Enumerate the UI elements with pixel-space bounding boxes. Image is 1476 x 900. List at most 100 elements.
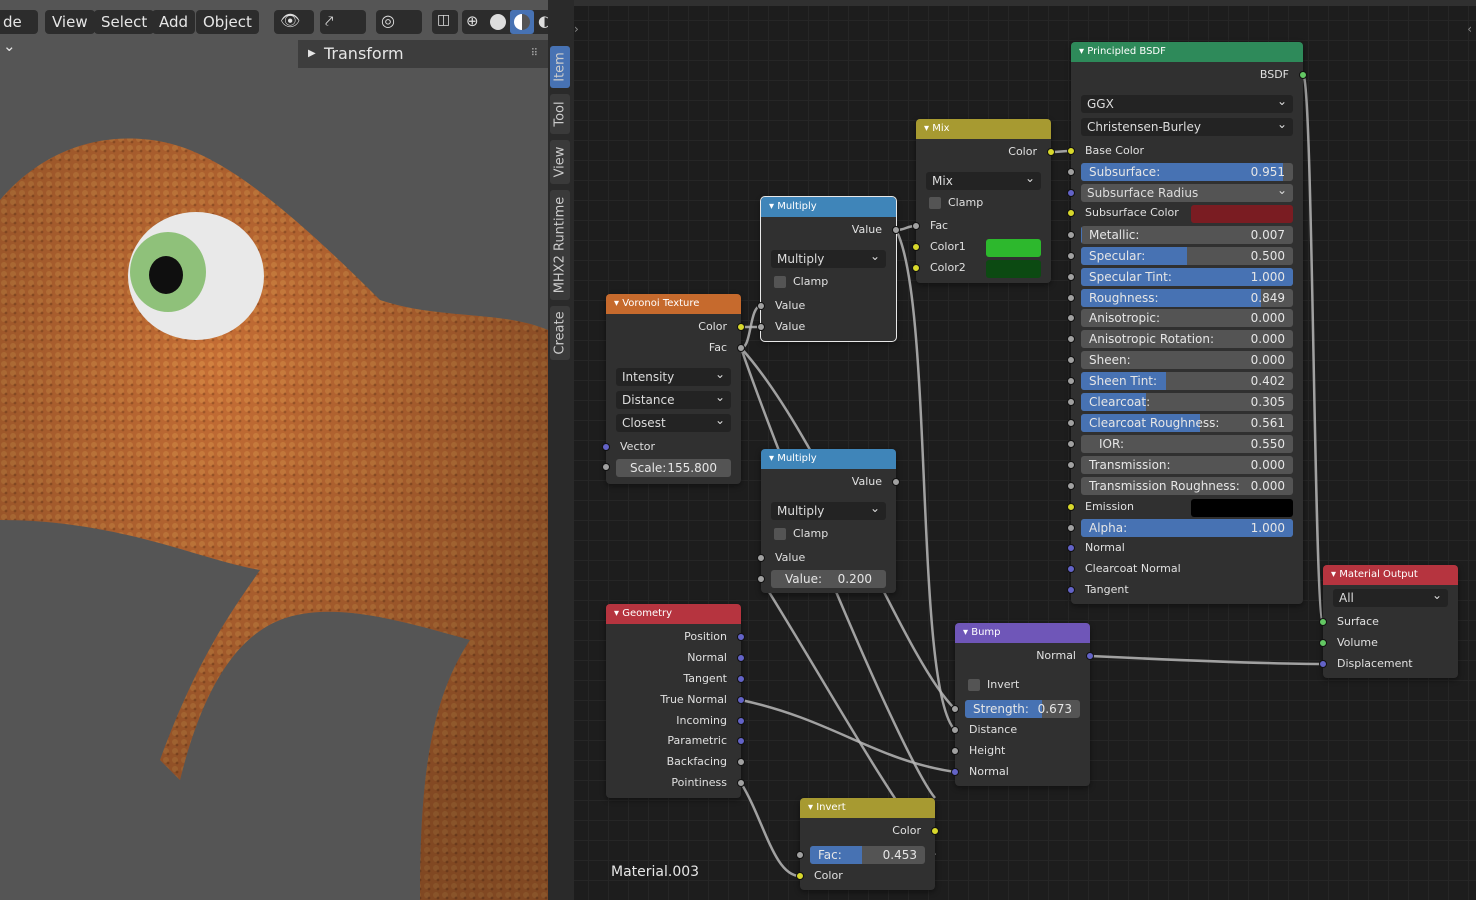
wireframe-shading-icon[interactable]: ⊕: [466, 12, 479, 30]
collapse-arrow-icon[interactable]: ▾: [769, 453, 774, 464]
subsurface-color-socket[interactable]: [1067, 209, 1075, 217]
collapse-arrow-icon[interactable]: ▾: [924, 123, 929, 134]
add-menu[interactable]: Add: [152, 10, 196, 34]
multiply-node-2[interactable]: ▾ Multiply Value Multiply Clamp Value Va…: [757, 449, 900, 593]
collapse-right-icon[interactable]: ‹: [1467, 22, 1472, 36]
node-header[interactable]: ▾ Voronoi Texture: [606, 294, 741, 314]
metallic-socket[interactable]: [1067, 231, 1075, 239]
fac-field[interactable]: Fac: 0.453: [810, 846, 925, 864]
collapse-arrow-icon[interactable]: ▾: [769, 201, 774, 212]
subsurface-field[interactable]: Subsurface: 0.951: [1081, 163, 1293, 181]
ior-socket[interactable]: [1067, 440, 1075, 448]
collapse-left-icon[interactable]: ›: [574, 22, 579, 36]
collapse-arrow-icon[interactable]: ▾: [963, 627, 968, 638]
normal-socket[interactable]: [1067, 544, 1075, 552]
node-header[interactable]: ▾ Multiply: [761, 449, 896, 469]
output-normal-socket[interactable]: [737, 654, 745, 662]
node-header[interactable]: ▾ Invert: [800, 798, 935, 818]
subsurface-radius-socket[interactable]: [1067, 189, 1075, 197]
anisotropic-rotation-socket[interactable]: [1067, 335, 1075, 343]
emission-swatch[interactable]: [1191, 499, 1293, 517]
input-height-socket[interactable]: [951, 747, 959, 755]
output-color-socket[interactable]: [931, 827, 939, 835]
anisotropic-socket[interactable]: [1067, 314, 1075, 322]
input-vector-socket[interactable]: [602, 443, 610, 451]
distribution-dropdown[interactable]: GGX: [1081, 92, 1293, 113]
displacement-socket[interactable]: [1319, 660, 1327, 668]
input-value2-socket[interactable]: [757, 323, 765, 331]
value-field[interactable]: Value: 0.200: [771, 570, 886, 588]
output-bsdf-socket[interactable]: [1299, 71, 1307, 79]
clamp-checkbox[interactable]: [774, 528, 786, 540]
specular-tint-socket[interactable]: [1067, 273, 1075, 281]
input-strength-socket[interactable]: [951, 705, 959, 713]
subsurface-socket[interactable]: [1067, 168, 1075, 176]
node-header[interactable]: ▾ Principled BSDF: [1071, 42, 1303, 62]
sheen-socket[interactable]: [1067, 356, 1075, 364]
color2-swatch[interactable]: [986, 260, 1041, 278]
metallic-field[interactable]: Metallic: 0.007: [1081, 226, 1293, 244]
node-header[interactable]: ▾ Multiply: [761, 197, 896, 217]
input-fac-socket[interactable]: [796, 851, 804, 859]
output-value-socket[interactable]: [892, 226, 900, 234]
transmission-socket[interactable]: [1067, 461, 1075, 469]
collapse-arrow-icon[interactable]: ▾: [614, 608, 619, 619]
voronoi-texture-node[interactable]: ▾ Voronoi Texture Color Fac Intensity Di…: [602, 294, 745, 484]
material-shading-icon[interactable]: [510, 10, 534, 34]
clamp-checkbox[interactable]: [774, 276, 786, 288]
transmission-field[interactable]: Transmission: 0.000: [1081, 456, 1293, 474]
collapse-arrow-icon[interactable]: ▾: [614, 298, 619, 309]
input-distance-socket[interactable]: [951, 726, 959, 734]
node-editor[interactable]: › ‹ ▾ Voronoi Texture Color Fac Intensit…: [574, 0, 1476, 900]
input-fac-socket[interactable]: [912, 222, 920, 230]
clearcoat-normal-socket[interactable]: [1067, 565, 1075, 573]
output-incoming-socket[interactable]: [737, 717, 745, 725]
subsurface-radius-dropdown[interactable]: Subsurface Radius: [1081, 181, 1293, 202]
anisotropic-field[interactable]: Anisotropic: 0.000: [1081, 309, 1293, 327]
strength-field[interactable]: Strength: 0.673: [965, 700, 1080, 718]
output-color-socket[interactable]: [1047, 148, 1055, 156]
sheen-tint-field[interactable]: Sheen Tint: 0.402: [1081, 372, 1293, 390]
node-header[interactable]: ▾ Bump: [955, 623, 1090, 643]
anisotropic-rotation-field[interactable]: Anisotropic Rotation: 0.000: [1081, 330, 1293, 348]
collapse-arrow-icon[interactable]: ▾: [1079, 46, 1084, 57]
output-backfacing-socket[interactable]: [737, 758, 745, 766]
invert-node[interactable]: ▾ Invert Color Fac: 0.453 Color: [796, 798, 939, 890]
object-menu[interactable]: Object: [196, 10, 259, 34]
input-color1-socket[interactable]: [912, 243, 920, 251]
specular-socket[interactable]: [1067, 252, 1075, 260]
output-parametric-socket[interactable]: [737, 737, 745, 745]
operation-dropdown[interactable]: Multiply: [771, 499, 886, 520]
input-color2-socket[interactable]: [912, 264, 920, 272]
output-value-socket[interactable]: [892, 478, 900, 486]
specular-tint-field[interactable]: Specular Tint: 1.000: [1081, 268, 1293, 286]
gizmo-icon[interactable]: ⤤: [320, 10, 366, 34]
output-true-normal-socket[interactable]: [737, 696, 745, 704]
collapse-arrow-icon[interactable]: ▾: [1331, 569, 1336, 580]
material-output-node[interactable]: ▾ Material Output All Surface Volume Dis…: [1319, 565, 1458, 678]
subsurface-method-dropdown[interactable]: Christensen-Burley: [1081, 115, 1293, 136]
collapse-arrow-icon[interactable]: ▾: [808, 802, 813, 813]
view-menu[interactable]: View: [45, 10, 95, 34]
distance-dropdown[interactable]: Distance: [616, 388, 731, 409]
tab-item[interactable]: Item: [550, 46, 570, 88]
output-pointiness-socket[interactable]: [737, 779, 745, 787]
base-color-socket[interactable]: [1067, 147, 1075, 155]
3d-viewport[interactable]: de ⌄ View Select Add Object 👁 ⤤ ◎ ◫ ⊕ ◐ …: [0, 0, 548, 900]
blend-dropdown[interactable]: Mix: [926, 169, 1041, 190]
solid-shading-icon[interactable]: [490, 14, 506, 30]
mix-node[interactable]: ▾ Mix Color Mix Clamp Fac Color1 Color2: [912, 119, 1055, 283]
coloring-dropdown[interactable]: Intensity: [616, 365, 731, 386]
scale-field[interactable]: Scale: 155.800: [616, 459, 731, 477]
geometry-node[interactable]: ▾ Geometry Position Normal Tangent True …: [606, 604, 745, 798]
multiply-node-1[interactable]: ▾ Multiply Value Multiply Clamp Value Va…: [757, 196, 900, 342]
tangent-socket[interactable]: [1067, 586, 1075, 594]
sheen-field[interactable]: Sheen: 0.000: [1081, 351, 1293, 369]
alpha-field[interactable]: Alpha: 1.000: [1081, 519, 1293, 537]
input-value1-socket[interactable]: [757, 554, 765, 562]
ior-field[interactable]: IOR: 0.550: [1081, 435, 1293, 453]
output-tangent-socket[interactable]: [737, 675, 745, 683]
input-color-socket[interactable]: [796, 872, 804, 880]
tab-view[interactable]: View: [550, 140, 570, 184]
clearcoat-socket[interactable]: [1067, 398, 1075, 406]
